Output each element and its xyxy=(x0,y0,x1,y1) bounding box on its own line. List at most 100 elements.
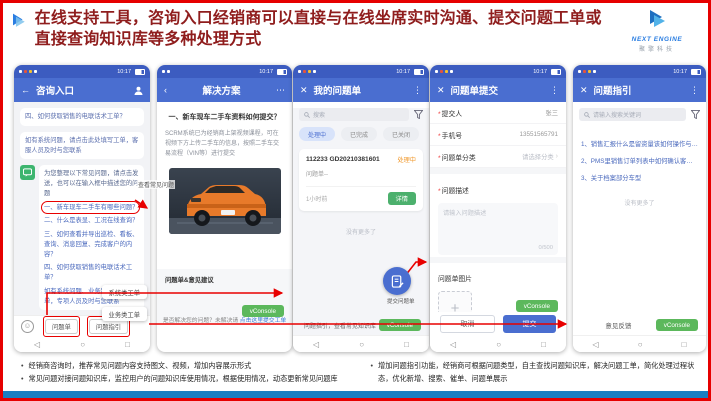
status-bar: 10:17 xyxy=(430,65,566,78)
guide-item[interactable]: 2、PMS里销售订单列表中如何确认客户已成交 xyxy=(581,156,698,165)
guide-list: 1、销售汇报什么是留资量该如何操作与流程 2、PMS里销售订单列表中如何确认客户… xyxy=(573,127,706,211)
bottom-accent-bar xyxy=(3,391,708,398)
smiley-icon[interactable]: ☺ xyxy=(21,320,34,333)
footer-bullet: •经销商咨询时，推荐常见问题内容支持图文、视频，增加内容展示形式 xyxy=(21,359,347,372)
funnel-icon[interactable] xyxy=(691,110,700,119)
chat-header: ← 咨询入口 xyxy=(14,78,150,102)
android-nav: ◁ ○ □ xyxy=(430,335,566,352)
form-header: ✕ 问题单提交 ⋮ xyxy=(430,78,566,102)
search-input[interactable]: 请输入搜索关键词 xyxy=(579,108,686,121)
search-icon xyxy=(304,112,310,118)
funnel-icon[interactable] xyxy=(414,110,423,119)
chat-bubble: 如有系统问题，请点击此处填写工单，客服人员及时与您联系 xyxy=(20,132,144,160)
submit-ticket-link[interactable]: 点击这里提交工单 xyxy=(240,318,286,324)
nav-back-icon[interactable]: ◁ xyxy=(34,340,40,349)
nav-back-icon[interactable]: ◁ xyxy=(313,340,319,349)
nav-back-icon[interactable]: ◁ xyxy=(450,340,456,349)
nav-recent-icon[interactable]: □ xyxy=(682,340,687,349)
field-description: 问题描述 请输入问题描述 0/500 xyxy=(430,174,566,257)
signal-icons xyxy=(435,70,453,73)
nav-home-icon[interactable]: ○ xyxy=(359,340,364,349)
faq-item-3[interactable]: 三、如何查看并导出巡检、看板、查询、消息回复、完成客户的内容？ xyxy=(44,230,139,259)
article-header: ‹ 解决方案 ⋯ xyxy=(157,78,292,102)
kebab-menu-icon[interactable]: ⋮ xyxy=(550,85,559,96)
nav-home-icon[interactable]: ○ xyxy=(80,340,85,349)
nav-home-icon[interactable]: ○ xyxy=(496,340,501,349)
nav-recent-icon[interactable]: □ xyxy=(404,340,409,349)
guide-item[interactable]: 1、销售汇报什么是留资量该如何操作与流程 xyxy=(581,139,698,148)
agent-intro: 为您整理以下常见问题，请点击发送，也可以在输入框中描述您的问题 xyxy=(44,169,139,198)
close-icon[interactable]: ✕ xyxy=(437,85,445,96)
faq-item-4[interactable]: 四、如何获取销售的电联话术工单？ xyxy=(44,263,139,283)
faq-item-1[interactable]: 一、新车现车二手车有哪些问题？ xyxy=(44,203,139,213)
ticket-card[interactable]: 112233 GD20210381601 处理中 问题单-- 1小时前 详情 xyxy=(299,149,423,211)
signal-icons xyxy=(578,70,596,73)
nav-back-icon[interactable]: ◁ xyxy=(593,340,599,349)
status-time: 10:17 xyxy=(117,69,131,75)
android-nav: ◁ ○ □ xyxy=(293,335,429,352)
field-label: 提交人 xyxy=(438,108,462,118)
faq-item-2[interactable]: 二、什么是表显、工况在线查询？ xyxy=(44,216,139,226)
status-time: 10:17 xyxy=(533,69,547,75)
battery-icon xyxy=(414,69,424,75)
status-bar: 10:17 xyxy=(14,65,150,78)
quick-chips: 系统类工单 业务类工单 xyxy=(102,285,147,321)
chip-business-ticket[interactable]: 业务类工单 xyxy=(102,307,147,321)
back-icon[interactable]: ‹ xyxy=(164,85,167,95)
view-faq-annotation-label: 查看常见问题 xyxy=(137,180,175,189)
guide-item[interactable]: 3、关于档案部分车型 xyxy=(581,173,698,182)
title-arrow-icon xyxy=(13,9,28,33)
form-title: 问题单提交 xyxy=(451,83,499,97)
ticket-status-badge: 处理中 xyxy=(397,155,416,164)
field-value: 张三 xyxy=(545,108,558,117)
logo-brand: NEXT ENGINE xyxy=(618,36,696,43)
chip-system-ticket[interactable]: 系统类工单 xyxy=(102,285,147,299)
tab-closed[interactable]: 已关闭 xyxy=(383,127,419,141)
search-input[interactable]: 搜索 xyxy=(299,108,409,121)
vconsole-button[interactable]: vConsole xyxy=(379,319,421,331)
battery-icon xyxy=(135,69,145,75)
back-icon[interactable]: ← xyxy=(21,85,30,95)
resolved-question: 是否解决您的问题？未解决请 点击这里提交工单 xyxy=(157,315,292,324)
kebab-menu-icon[interactable]: ⋮ xyxy=(690,85,699,96)
field-label: 手机号 xyxy=(438,130,462,140)
kebab-menu-icon[interactable]: ⋮ xyxy=(413,85,422,96)
search-placeholder: 请输入搜索关键词 xyxy=(593,110,641,119)
char-counter: 0/500 xyxy=(538,245,553,251)
field-category[interactable]: 问题单分类 请选择分类› xyxy=(430,146,566,168)
guide-hint-row: 问题指引，查看常见知识库 vConsole xyxy=(293,314,429,336)
ticket-button[interactable]: 问题单 xyxy=(45,319,78,334)
close-icon[interactable]: ✕ xyxy=(300,85,308,96)
vconsole-button[interactable]: vConsole xyxy=(656,319,698,331)
agent-avatar-icon xyxy=(20,165,35,180)
ticket-time: 1小时前 xyxy=(306,194,327,203)
tab-finished[interactable]: 已完成 xyxy=(341,127,377,141)
no-more-text: 没有更多了 xyxy=(293,227,429,236)
nav-recent-icon[interactable]: □ xyxy=(541,340,546,349)
guide-hint-text: 问题指引，查看常见知识库 xyxy=(301,321,379,330)
submit-button[interactable]: 提交 xyxy=(503,315,556,333)
textarea-placeholder: 请输入问题描述 xyxy=(443,210,486,217)
logo-subtitle: 聚擎科技 xyxy=(618,44,696,53)
field-submitter[interactable]: 提交人 张三 xyxy=(430,102,566,124)
vconsole-button[interactable]: vConsole xyxy=(516,300,558,312)
footer-right-column: •增加问题指引功能，经销商可根据问题类型，自主查找问题知识库，解决问题工单，简化… xyxy=(371,359,697,386)
more-icon[interactable]: ⋯ xyxy=(276,85,285,96)
ticket-detail-button[interactable]: 详情 xyxy=(388,192,416,205)
article-body: 一、新车现车二手车资料如何提交？ SCRM系统已为经销商上架视频课程，可在视频下… xyxy=(157,102,292,234)
nav-recent-icon[interactable]: □ xyxy=(125,340,130,349)
nav-home-icon[interactable]: ○ xyxy=(638,340,643,349)
guide-header: ✕ 问题指引 ⋮ xyxy=(573,78,706,102)
tab-processing[interactable]: 处理中 xyxy=(299,127,335,141)
android-nav: ◁ ○ □ xyxy=(14,335,150,352)
person-icon[interactable] xyxy=(134,86,143,95)
signal-icons xyxy=(298,70,316,73)
status-time: 10:17 xyxy=(259,69,273,75)
status-tabs: 处理中 已完成 已关闭 xyxy=(299,127,423,141)
feedback-link[interactable]: 意见反馈 xyxy=(581,320,656,330)
close-icon[interactable]: ✕ xyxy=(580,85,588,96)
cancel-button[interactable]: 取消 xyxy=(440,315,495,333)
field-phone[interactable]: 手机号 13551565791 xyxy=(430,124,566,146)
feedback-section-label: 问题单&意见建议 xyxy=(165,275,284,284)
description-textarea[interactable]: 请输入问题描述 0/500 xyxy=(438,203,558,255)
